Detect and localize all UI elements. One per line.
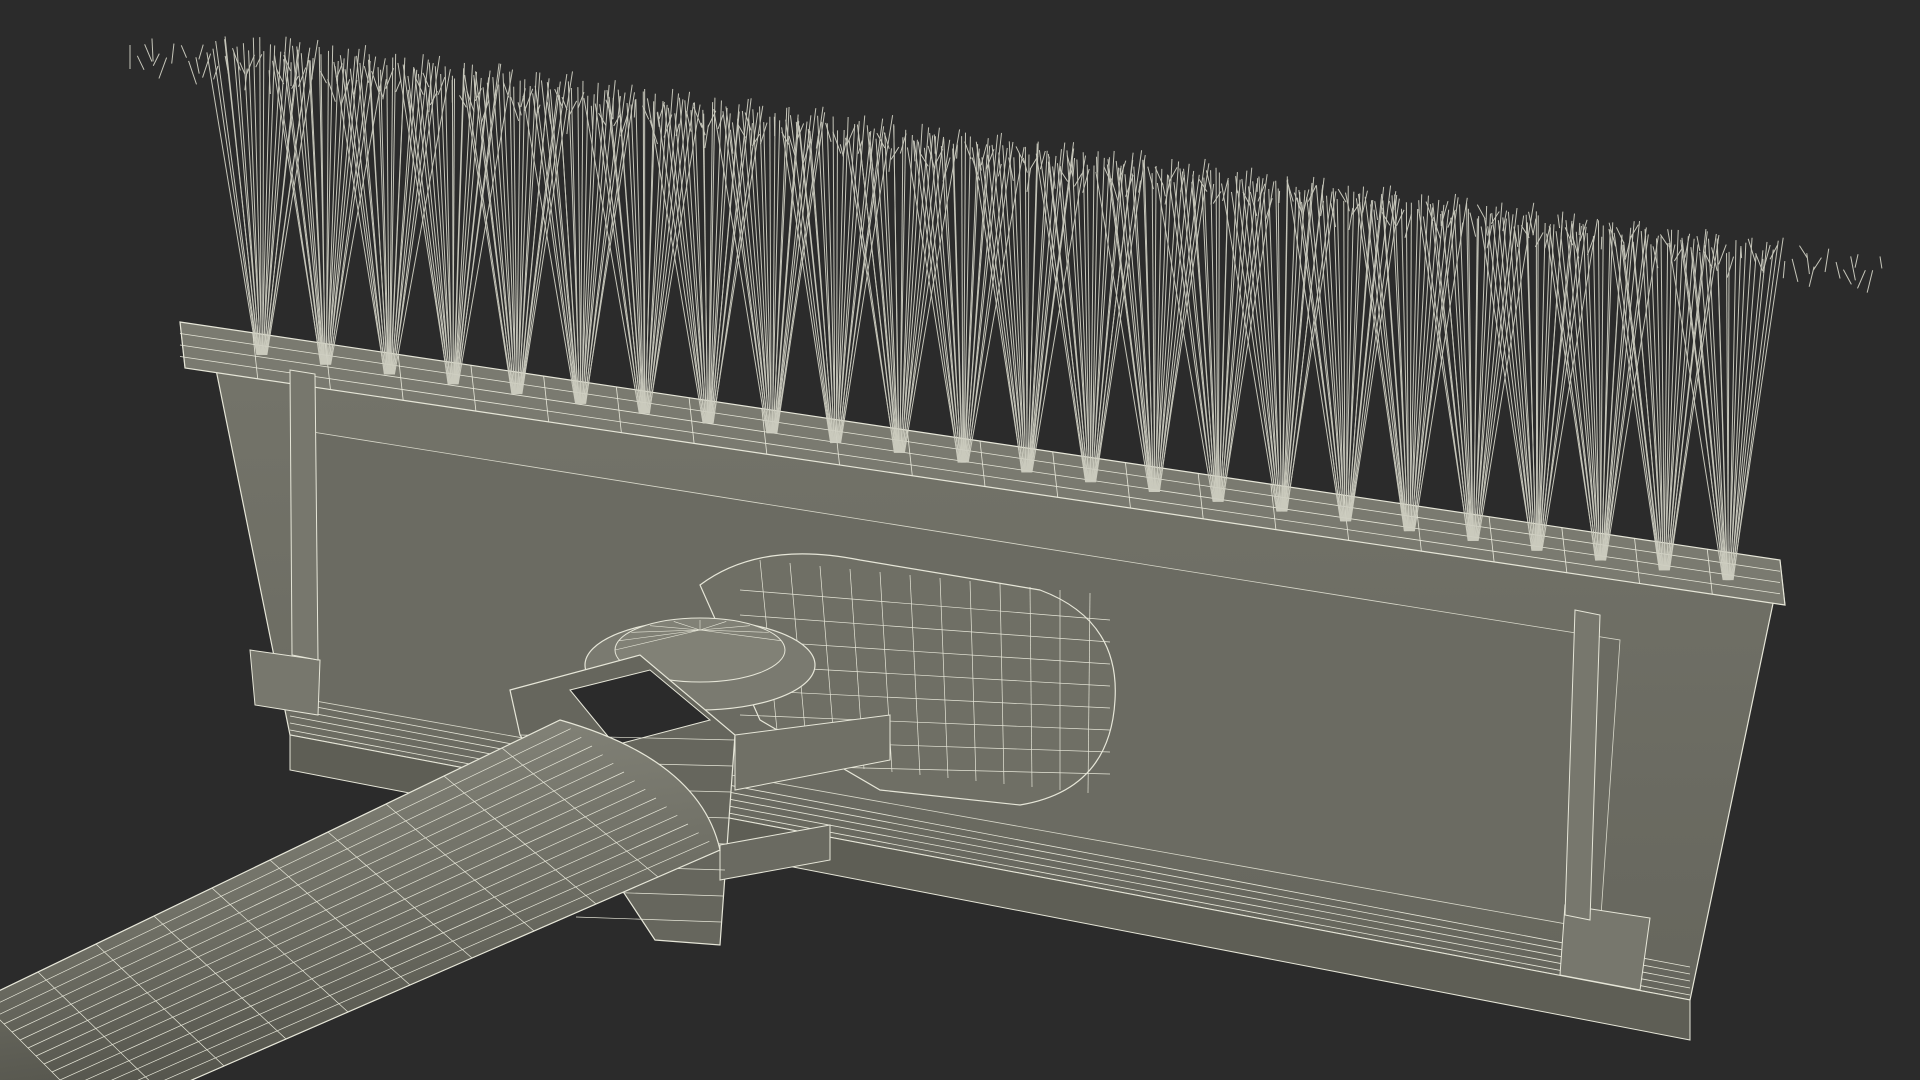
wireframe-render bbox=[0, 36, 1883, 1080]
render-viewport bbox=[0, 0, 1920, 1080]
